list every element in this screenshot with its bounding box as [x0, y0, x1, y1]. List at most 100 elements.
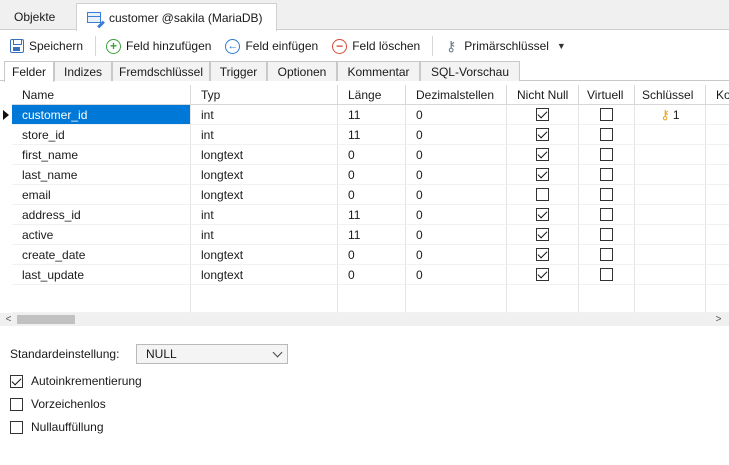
row-header[interactable] — [0, 225, 12, 245]
cell-key[interactable] — [635, 225, 706, 245]
cell-name[interactable]: customer_id — [12, 105, 191, 125]
cell-decimals[interactable]: 0 — [406, 145, 507, 165]
table-row[interactable]: active int 11 0 — [0, 225, 729, 245]
cell-name[interactable]: active — [12, 225, 191, 245]
not-null-checkbox[interactable] — [536, 108, 549, 121]
cell-type[interactable]: int — [191, 225, 338, 245]
cell-name[interactable]: store_id — [12, 125, 191, 145]
scroll-left-icon[interactable]: < — [2, 313, 15, 326]
insert-field-button[interactable]: ← Feld einfügen — [221, 34, 322, 58]
cell-comment[interactable] — [706, 225, 729, 245]
tab-indexes[interactable]: Indizes — [54, 61, 112, 81]
cell-name[interactable]: last_name — [12, 165, 191, 185]
cell-name[interactable]: email — [12, 185, 191, 205]
save-button[interactable]: Speichern — [6, 34, 87, 58]
cell-length[interactable]: 0 — [338, 145, 406, 165]
tab-options[interactable]: Optionen — [267, 61, 337, 81]
cell-type[interactable]: longtext — [191, 145, 338, 165]
virtual-checkbox[interactable] — [600, 168, 613, 181]
not-null-checkbox[interactable] — [536, 208, 549, 221]
auto-increment-option[interactable]: Autoinkrementierung — [10, 374, 142, 388]
tab-fields[interactable]: Felder — [4, 61, 54, 82]
unsigned-option[interactable]: Vorzeichenlos — [10, 397, 106, 411]
cell-decimals[interactable]: 0 — [406, 225, 507, 245]
table-row[interactable]: first_name longtext 0 0 — [0, 145, 729, 165]
cell-comment[interactable] — [706, 105, 729, 125]
cell-decimals[interactable]: 0 — [406, 245, 507, 265]
dropdown-arrow-icon[interactable]: ▼ — [557, 41, 566, 51]
cell-key[interactable] — [635, 185, 706, 205]
row-header[interactable] — [0, 125, 12, 145]
cell-name[interactable]: first_name — [12, 145, 191, 165]
col-header-comment[interactable]: Ko — [706, 85, 729, 105]
virtual-checkbox[interactable] — [600, 108, 613, 121]
tab-foreign-keys[interactable]: Fremdschlüssel — [112, 61, 210, 81]
table-row[interactable]: store_id int 11 0 — [0, 125, 729, 145]
zerofill-checkbox[interactable] — [10, 420, 23, 434]
cell-type[interactable]: int — [191, 105, 338, 125]
table-row[interactable]: create_date longtext 0 0 — [0, 245, 729, 265]
cell-comment[interactable] — [706, 125, 729, 145]
horizontal-scrollbar[interactable]: < > — [0, 313, 729, 326]
tab-comment[interactable]: Kommentar — [337, 61, 420, 81]
tab-customer-table[interactable]: customer @sakila (MariaDB) — [76, 3, 277, 31]
cell-length[interactable]: 0 — [338, 245, 406, 265]
cell-length[interactable]: 11 — [338, 105, 406, 125]
not-null-checkbox[interactable] — [536, 268, 549, 281]
cell-length[interactable]: 11 — [338, 205, 406, 225]
table-row[interactable]: email longtext 0 0 — [0, 185, 729, 205]
row-header[interactable] — [0, 245, 12, 265]
auto-increment-checkbox[interactable] — [10, 374, 23, 388]
cell-decimals[interactable]: 0 — [406, 265, 507, 285]
cell-type[interactable]: longtext — [191, 165, 338, 185]
cell-type[interactable]: longtext — [191, 245, 338, 265]
row-header[interactable] — [0, 105, 12, 125]
row-header[interactable] — [0, 185, 12, 205]
scroll-right-icon[interactable]: > — [712, 313, 725, 326]
default-value-select[interactable]: NULL — [136, 344, 288, 364]
col-header-decimals[interactable]: Dezimalstellen — [406, 85, 507, 105]
cell-comment[interactable] — [706, 205, 729, 225]
virtual-checkbox[interactable] — [600, 228, 613, 241]
col-header-name[interactable]: Name — [12, 85, 191, 105]
cell-key[interactable] — [635, 205, 706, 225]
row-header[interactable] — [0, 145, 12, 165]
not-null-checkbox[interactable] — [536, 228, 549, 241]
virtual-checkbox[interactable] — [600, 148, 613, 161]
cell-decimals[interactable]: 0 — [406, 185, 507, 205]
cell-decimals[interactable]: 0 — [406, 165, 507, 185]
tab-triggers[interactable]: Trigger — [210, 61, 267, 81]
cell-type[interactable]: longtext — [191, 185, 338, 205]
tab-objects[interactable]: Objekte — [4, 3, 74, 30]
cell-comment[interactable] — [706, 165, 729, 185]
virtual-checkbox[interactable] — [600, 268, 613, 281]
cell-length[interactable]: 0 — [338, 265, 406, 285]
col-header-virtual[interactable]: Virtuell — [579, 85, 635, 105]
cell-key[interactable] — [635, 265, 706, 285]
cell-decimals[interactable]: 0 — [406, 205, 507, 225]
table-row[interactable]: address_id int 11 0 — [0, 205, 729, 225]
row-header[interactable] — [0, 205, 12, 225]
col-header-type[interactable]: Typ — [191, 85, 338, 105]
row-header[interactable] — [0, 265, 12, 285]
unsigned-checkbox[interactable] — [10, 397, 23, 411]
cell-type[interactable]: longtext — [191, 265, 338, 285]
table-row[interactable]: last_update longtext 0 0 — [0, 265, 729, 285]
virtual-checkbox[interactable] — [600, 128, 613, 141]
cell-key[interactable] — [635, 125, 706, 145]
cell-comment[interactable] — [706, 245, 729, 265]
virtual-checkbox[interactable] — [600, 188, 613, 201]
cell-type[interactable]: int — [191, 205, 338, 225]
cell-decimals[interactable]: 0 — [406, 125, 507, 145]
not-null-checkbox[interactable] — [536, 128, 549, 141]
cell-comment[interactable] — [706, 145, 729, 165]
cell-key[interactable] — [635, 165, 706, 185]
col-header-not-null[interactable]: Nicht Null — [507, 85, 579, 105]
col-header-length[interactable]: Länge — [338, 85, 406, 105]
not-null-checkbox[interactable] — [536, 248, 549, 261]
cell-length[interactable]: 11 — [338, 125, 406, 145]
cell-name[interactable]: address_id — [12, 205, 191, 225]
cell-name[interactable]: last_update — [12, 265, 191, 285]
cell-decimals[interactable]: 0 — [406, 105, 507, 125]
not-null-checkbox[interactable] — [536, 188, 549, 201]
